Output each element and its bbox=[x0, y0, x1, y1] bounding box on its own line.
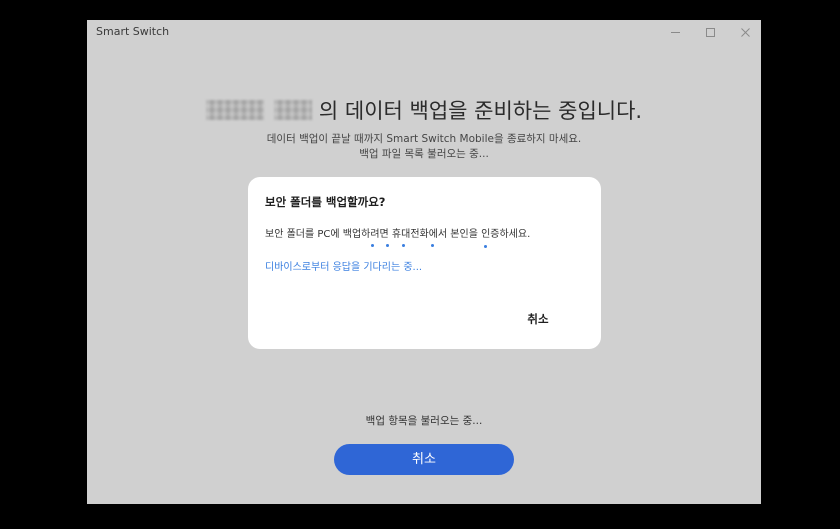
loading-dot bbox=[402, 244, 405, 247]
dialog-title: 보안 폴더를 백업할까요? bbox=[265, 195, 386, 209]
dialog-message: 보안 폴더를 PC에 백업하려면 휴대전화에서 본인을 인증하세요. bbox=[265, 229, 531, 240]
warning-text: 데이터 백업이 끝날 때까지 Smart Switch Mobile을 종료하지… bbox=[266, 133, 582, 145]
redacted-block bbox=[205, 100, 264, 120]
loading-dot bbox=[484, 245, 487, 248]
loading-dots bbox=[248, 243, 601, 249]
maximize-icon bbox=[705, 27, 715, 37]
loading-dot bbox=[371, 244, 374, 247]
cancel-button[interactable]: 취소 bbox=[334, 444, 514, 475]
redacted-block bbox=[273, 100, 312, 120]
dialog-cancel-button[interactable]: 취소 bbox=[513, 307, 563, 331]
maximize-button[interactable] bbox=[698, 23, 722, 41]
secure-folder-dialog: 보안 폴더를 백업할까요? 보안 폴더를 PC에 백업하려면 휴대전화에서 본인… bbox=[248, 177, 601, 349]
page-headline: 의 데이터 백업을 준비하는 중입니다. bbox=[318, 99, 643, 123]
minimize-button[interactable] bbox=[663, 23, 687, 41]
window-title: Smart Switch bbox=[96, 25, 170, 38]
app-window: Smart Switch 의 데이터 백업을 준비하는 중입니다. 데이터 백업… bbox=[87, 20, 761, 504]
loading-dot bbox=[431, 244, 434, 247]
dialog-status: 디바이스로부터 응답을 기다리는 중... bbox=[265, 262, 423, 273]
backup-status-text: 백업 항목을 불러오는 중... bbox=[365, 415, 483, 427]
close-button[interactable] bbox=[733, 23, 757, 41]
loading-dot bbox=[386, 244, 389, 247]
headline-row: 의 데이터 백업을 준비하는 중입니다. bbox=[87, 95, 761, 125]
loading-text: 백업 파일 목록 불러오는 중... bbox=[359, 148, 489, 160]
redacted-device-name bbox=[205, 100, 312, 120]
close-icon bbox=[740, 27, 750, 37]
minimize-icon bbox=[670, 31, 680, 33]
title-bar[interactable]: Smart Switch bbox=[87, 20, 761, 44]
